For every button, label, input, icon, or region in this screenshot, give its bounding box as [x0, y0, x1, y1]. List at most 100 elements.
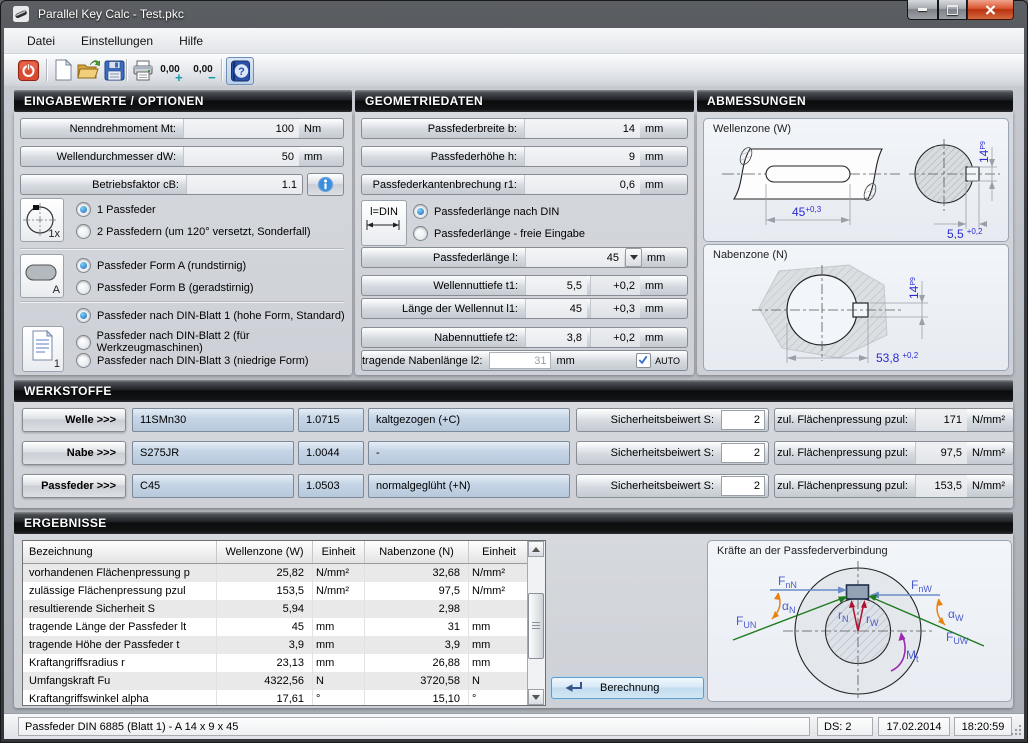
field-passfederlaenge: Passfederlänge l: 45 mm — [361, 247, 688, 268]
passfeder-button[interactable]: Passfeder >>> — [22, 474, 126, 498]
radio-icon — [76, 224, 91, 239]
save-button[interactable] — [101, 57, 127, 83]
radio-din-blatt-2[interactable]: Passfeder nach DIN-Blatt 2 (für Werkzeug… — [76, 330, 352, 354]
title-bar[interactable]: Parallel Key Calc - Test.pkc — [0, 0, 1028, 28]
radio-din-blatt-1[interactable]: Passfeder nach DIN-Blatt 1 (hohe Form, S… — [76, 308, 345, 323]
passfederhoehe-input[interactable]: 9 — [524, 147, 640, 166]
werkstoff-row-passfeder: Passfeder >>> C45 1.0503 normalgeglüht (… — [14, 474, 1013, 499]
decimal-add-button[interactable]: 0,00+ — [157, 57, 183, 83]
print-button[interactable] — [130, 57, 156, 83]
label-fnn: FnN — [778, 574, 797, 590]
passfederlaenge-input[interactable]: 45 — [525, 248, 624, 267]
wellennuttiefe-tol: +0,2 — [590, 276, 640, 295]
svg-text:?: ? — [238, 66, 245, 78]
info-icon — [317, 176, 334, 193]
nabe-pressung-row: zul. Flächenpressung pzul: 97,5 N/mm² — [774, 441, 1014, 465]
resize-grip-icon[interactable] — [1010, 724, 1022, 736]
svg-text:53,8+0,2: 53,8+0,2 — [876, 351, 919, 365]
passfederbreite-input[interactable]: 14 — [524, 119, 640, 138]
radio-din-blatt-3[interactable]: Passfeder nach DIN-Blatt 3 (niedrige For… — [76, 353, 309, 368]
icon-label: 1 — [54, 358, 60, 370]
radio-icon — [413, 204, 428, 219]
table-row: vorhandenen Flächenpressung p25,82N/mm²3… — [23, 564, 545, 582]
svg-text:14P9: 14P9 — [977, 141, 991, 163]
wellenzone-diagram: 45+0,3 14P9 5,5+0,2 — [704, 137, 1006, 239]
radio-laenge-frei[interactable]: Passfederlänge - freie Eingabe — [413, 226, 585, 241]
wellenzone-label: Wellenzone (W) — [713, 123, 791, 135]
help-button[interactable]: ? — [226, 57, 254, 85]
field-unit: mm — [640, 123, 687, 135]
col-einheit-w: Einheit — [313, 541, 365, 563]
nabe-button[interactable]: Nabe >>> — [22, 441, 126, 465]
section-header-werkstoffe: WERKSTOFFE — [14, 380, 1013, 402]
kantenbrechung-input[interactable]: 0,6 — [524, 175, 640, 194]
nabenzone-drawing: Nabenzone (N) 14P9 — [703, 244, 1009, 371]
close-button[interactable] — [967, 0, 1014, 20]
welle-button[interactable]: Welle >>> — [22, 408, 126, 432]
label-alpha-w: αW — [948, 607, 964, 623]
table-row: tragende Länge der Passfeder lt45mm31mm — [23, 618, 545, 636]
maximize-button[interactable] — [938, 0, 967, 20]
welle-material-number: 1.0715 — [298, 408, 364, 432]
field-unit: Nm — [299, 123, 343, 135]
wellennut-laenge-value: 45 — [525, 299, 587, 318]
radio-form-a[interactable]: Passfeder Form A (rundstirnig) — [76, 258, 246, 273]
radio-1-passfeder[interactable]: 1 Passfeder — [76, 202, 156, 217]
berechnung-button[interactable]: Berechnung — [551, 677, 704, 699]
welle-sicherheit-row: Sicherheitsbeiwert S: 2 — [576, 408, 769, 432]
field-label: zul. Flächenpressung pzul: — [775, 447, 915, 459]
arrow-up-icon — [532, 547, 540, 552]
passfeder-material-number: 1.0503 — [298, 474, 364, 498]
betriebsfaktor-input[interactable]: 1.1 — [186, 175, 302, 194]
scroll-down-button[interactable] — [528, 689, 544, 705]
passfeder-sicherheit-row: Sicherheitsbeiwert S: 2 — [576, 474, 769, 498]
radio-icon — [76, 202, 91, 217]
table-scrollbar[interactable] — [527, 541, 545, 705]
welle-pressung-row: zul. Flächenpressung pzul: 171 N/mm² — [774, 408, 1014, 432]
auto-label: AUTO — [655, 356, 687, 366]
auto-checkbox[interactable] — [636, 353, 651, 368]
decimal-sub-button[interactable]: 0,00− — [190, 57, 216, 83]
forces-title: Kräfte an der Passfederverbindung — [717, 545, 888, 557]
label-fuw: FUW — [946, 630, 969, 646]
label-fnw: FnW — [911, 578, 932, 594]
menu-hilfe[interactable]: Hilfe — [166, 30, 216, 52]
results-table-header: Bezeichnung Wellenzone (W) Einheit Naben… — [23, 541, 545, 564]
status-ds: DS: 2 — [817, 717, 873, 736]
field-passfederbreite: Passfederbreite b: 14 mm — [361, 118, 688, 139]
field-label: zul. Flächenpressung pzul: — [775, 414, 915, 426]
nenndrehmoment-input[interactable]: 100 — [183, 119, 299, 138]
field-unit: mm — [640, 303, 687, 315]
berechnung-label: Berechnung — [600, 682, 659, 694]
minimize-button[interactable] — [907, 0, 938, 20]
info-button[interactable] — [307, 173, 344, 196]
radio-2-passfedern[interactable]: 2 Passfedern (um 120° versetzt, Sonderfa… — [76, 224, 311, 239]
wellendurchmesser-input[interactable]: 50 — [183, 147, 299, 166]
welle-sicherheit-input[interactable]: 2 — [721, 410, 765, 430]
welle-pressung-value: 171 — [915, 409, 967, 431]
nabe-sicherheit-input[interactable]: 2 — [721, 443, 765, 463]
nabe-material-treatment: - — [368, 441, 570, 465]
scroll-up-button[interactable] — [528, 541, 544, 557]
menu-einstellungen[interactable]: Einstellungen — [68, 30, 166, 52]
save-icon — [104, 60, 125, 81]
field-unit: N/mm² — [967, 447, 1013, 459]
open-file-button[interactable] — [75, 57, 101, 83]
radio-laenge-din[interactable]: Passfederlänge nach DIN — [413, 204, 559, 219]
exit-icon — [17, 59, 40, 82]
section-header-geometriedaten: GEOMETRIEDATEN — [355, 90, 694, 112]
table-row: resultierende Sicherheit S5,942,98 — [23, 600, 545, 618]
exit-button[interactable] — [15, 57, 41, 83]
radio-form-b[interactable]: Passfeder Form B (geradstirnig) — [76, 280, 254, 295]
passfeder-sicherheit-input[interactable]: 2 — [721, 476, 765, 496]
field-label: Wellennuttiefe t1: — [362, 280, 525, 292]
field-label: Sicherheitsbeiwert S: — [577, 447, 721, 459]
new-file-button[interactable] — [50, 57, 76, 83]
nabenlaenge-input-disabled: 31 — [489, 352, 551, 369]
menu-datei[interactable]: Datei — [14, 30, 68, 52]
werkstoff-row-welle: Welle >>> 11SMn30 1.0715 kaltgezogen (+C… — [14, 408, 1013, 433]
passfederlaenge-dropdown[interactable] — [625, 248, 642, 267]
field-label: Länge der Wellennut l1: — [362, 303, 525, 315]
scrollbar-thumb[interactable] — [528, 593, 544, 659]
section-header-abmessungen: ABMESSUNGEN — [697, 90, 1013, 112]
